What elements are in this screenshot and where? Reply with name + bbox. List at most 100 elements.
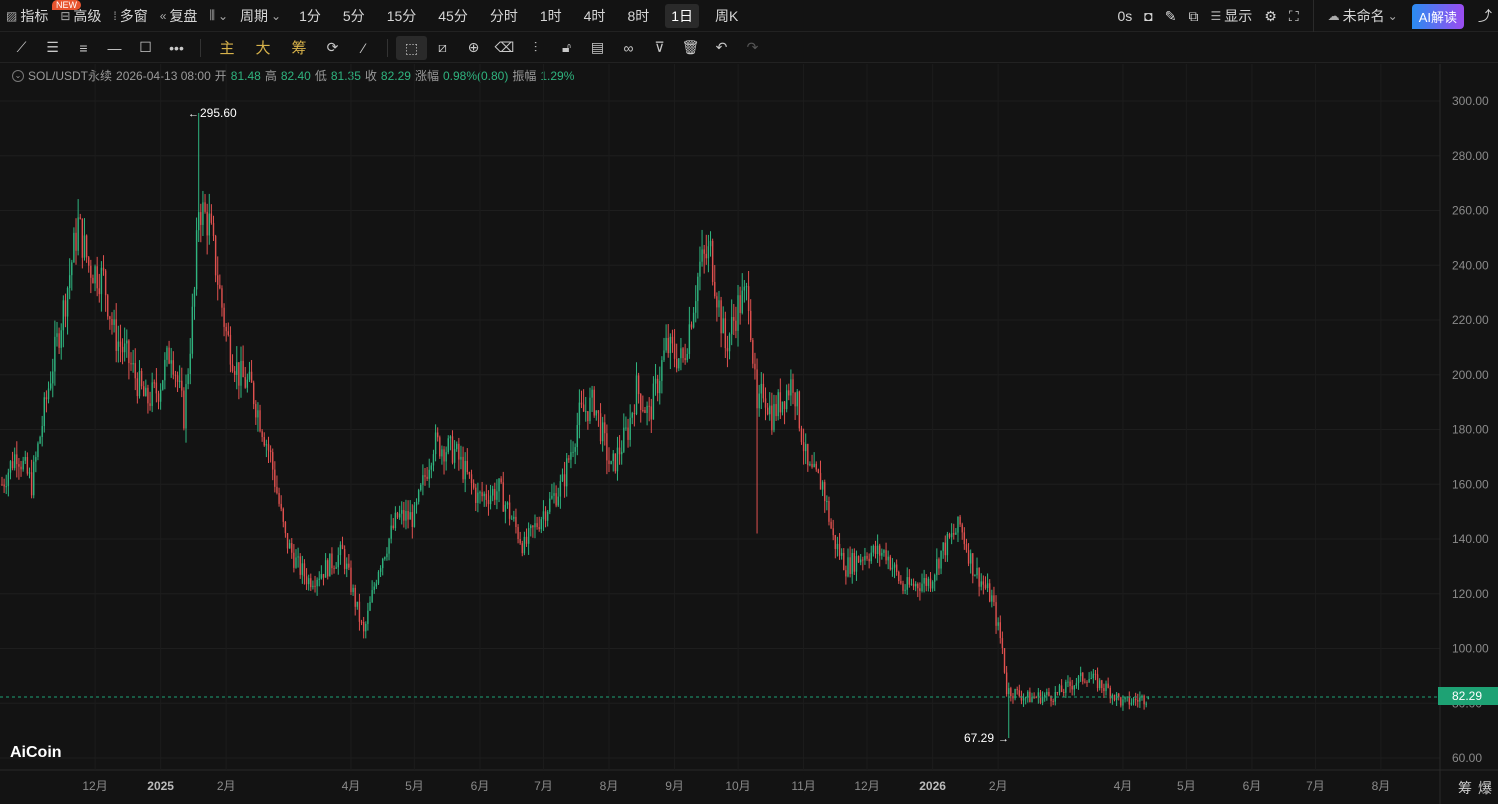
ruler-icon[interactable]: ⧄ xyxy=(427,39,458,56)
candle-body xyxy=(1145,703,1147,705)
candle-body xyxy=(147,387,149,404)
interval-tab[interactable]: 4时 xyxy=(578,4,612,28)
candle-body xyxy=(257,410,259,418)
rectangle-icon[interactable]: ☐ xyxy=(130,39,161,56)
candle-body xyxy=(64,300,67,317)
brush-icon[interactable]: ⁄ xyxy=(348,40,379,56)
more-tools-icon[interactable]: ••• xyxy=(161,40,192,56)
trash-icon[interactable]: 🗑︎ xyxy=(675,39,706,56)
candle-body xyxy=(434,432,437,455)
big-order-button[interactable]: 大 xyxy=(245,37,281,58)
candle-body xyxy=(278,493,280,504)
candle-body xyxy=(170,360,172,364)
lock-icon[interactable]: 🔓︎ xyxy=(551,39,582,56)
candle-body xyxy=(889,556,891,570)
ai-analysis-button[interactable]: AI解读 xyxy=(1411,3,1464,29)
candle-body xyxy=(684,358,686,361)
candle-body xyxy=(1139,697,1141,702)
camera-icon[interactable]: ◘ xyxy=(1138,4,1158,28)
indicators-button[interactable]: ▨ 指标 NEW xyxy=(0,0,81,28)
interval-tab[interactable]: 周K xyxy=(709,4,744,28)
candle-body xyxy=(1124,697,1126,700)
candle-body xyxy=(267,444,270,451)
undo-icon[interactable]: ↶ xyxy=(706,39,737,56)
candle-body xyxy=(1077,676,1080,684)
candle-body xyxy=(620,451,623,455)
candle-body xyxy=(722,318,724,334)
candle-body xyxy=(771,405,773,431)
trendline-icon[interactable]: ⟋ xyxy=(6,39,37,56)
interval-tab[interactable]: 1时 xyxy=(534,4,568,28)
y-tick-label: 240.00 xyxy=(1452,258,1489,272)
candle-body xyxy=(312,585,314,588)
period-dropdown[interactable]: 周期 ⌄ xyxy=(234,4,287,28)
chips-toggle[interactable]: 筹 xyxy=(1458,778,1472,798)
multi-label: 多窗 xyxy=(119,7,148,24)
liquidation-toggle[interactable]: 爆 xyxy=(1478,778,1492,798)
interval-tab[interactable]: 8时 xyxy=(621,4,655,28)
select-cursor-icon[interactable]: ⬚ xyxy=(396,35,427,60)
horizontal-line-icon[interactable]: — xyxy=(99,40,130,56)
candle-body xyxy=(449,436,452,439)
magnet-icon[interactable]: ⫶ xyxy=(520,39,551,56)
share-icon[interactable]: ⤴ xyxy=(1472,4,1498,28)
main-indicator-button[interactable]: 主 xyxy=(209,37,245,58)
candle-body xyxy=(221,288,223,308)
candle-body xyxy=(113,319,115,325)
arrow-right-icon: → xyxy=(998,733,1009,745)
replay-button[interactable]: «复盘 xyxy=(154,4,204,28)
candle-body xyxy=(745,286,748,288)
fullscreen-icon[interactable]: ⛶ xyxy=(1283,4,1305,28)
advanced-button[interactable]: ⊟ 高级 xyxy=(54,4,107,28)
multi-window-button[interactable]: ⁞ 多窗 xyxy=(107,4,153,28)
candlestick-chart[interactable]: 300.00 280.00 260.00 240.00 220.00 200.00 180.… xyxy=(0,64,1498,804)
candle-body xyxy=(1088,678,1090,683)
interval-tab[interactable]: 45分 xyxy=(432,4,474,28)
y-tick-label: 280.00 xyxy=(1452,149,1489,163)
settings-icon[interactable]: ⚙ xyxy=(1258,4,1283,28)
interval-tab[interactable]: 分时 xyxy=(484,4,524,28)
candle-body xyxy=(585,411,587,413)
add-window-icon[interactable]: ⧉ xyxy=(1183,4,1205,28)
interval-tab[interactable]: 1分 xyxy=(293,4,327,28)
filter-icon[interactable]: ⊽ xyxy=(644,39,675,56)
candle-body xyxy=(876,545,879,555)
chart-type-dropdown[interactable]: ⫼ ⌄ xyxy=(203,4,234,28)
candle-body xyxy=(422,475,424,485)
candle-body xyxy=(635,375,638,415)
candle-body xyxy=(94,266,96,284)
candle-body xyxy=(157,393,160,402)
candle-body xyxy=(318,578,320,580)
redo-icon[interactable]: ↷ xyxy=(737,39,768,56)
candle-body xyxy=(352,587,354,593)
candle-body xyxy=(673,343,676,359)
candle-body xyxy=(874,545,877,555)
pencil-icon[interactable]: ✎ xyxy=(1159,4,1183,28)
candle-body xyxy=(737,295,739,331)
notes-icon[interactable]: ▤ xyxy=(582,39,613,56)
candle-body xyxy=(233,371,236,375)
chips-button[interactable]: 筹 xyxy=(281,37,317,58)
interval-tab[interactable]: 5分 xyxy=(337,4,371,28)
candle-body xyxy=(864,555,866,561)
zoom-icon[interactable]: ⊕ xyxy=(458,39,489,56)
sync-drawing-icon[interactable]: ⟳ xyxy=(317,39,348,56)
interval-tab[interactable]: 15分 xyxy=(381,4,423,28)
fib-icon[interactable]: ≡ xyxy=(68,40,99,56)
layout-dropdown[interactable]: ☁ 未命名 ⌄ xyxy=(1322,4,1404,28)
interval-tab[interactable]: 1日 xyxy=(665,3,700,28)
candle-body xyxy=(39,437,41,444)
candle-body xyxy=(151,382,153,406)
display-button[interactable]: ☰ 显示 xyxy=(1205,4,1259,28)
candle-body xyxy=(881,552,883,556)
parallel-lines-icon[interactable]: ☰ xyxy=(37,39,68,56)
candle-body xyxy=(500,478,502,483)
candle-body xyxy=(284,521,287,534)
candle-body xyxy=(733,317,735,321)
eraser-icon[interactable]: ⌫ xyxy=(489,39,520,56)
candle-body xyxy=(483,493,485,497)
link-icon[interactable]: ∞ xyxy=(613,40,644,56)
candle-body xyxy=(549,498,551,512)
candle-body xyxy=(428,469,430,479)
candle-body xyxy=(417,490,420,502)
